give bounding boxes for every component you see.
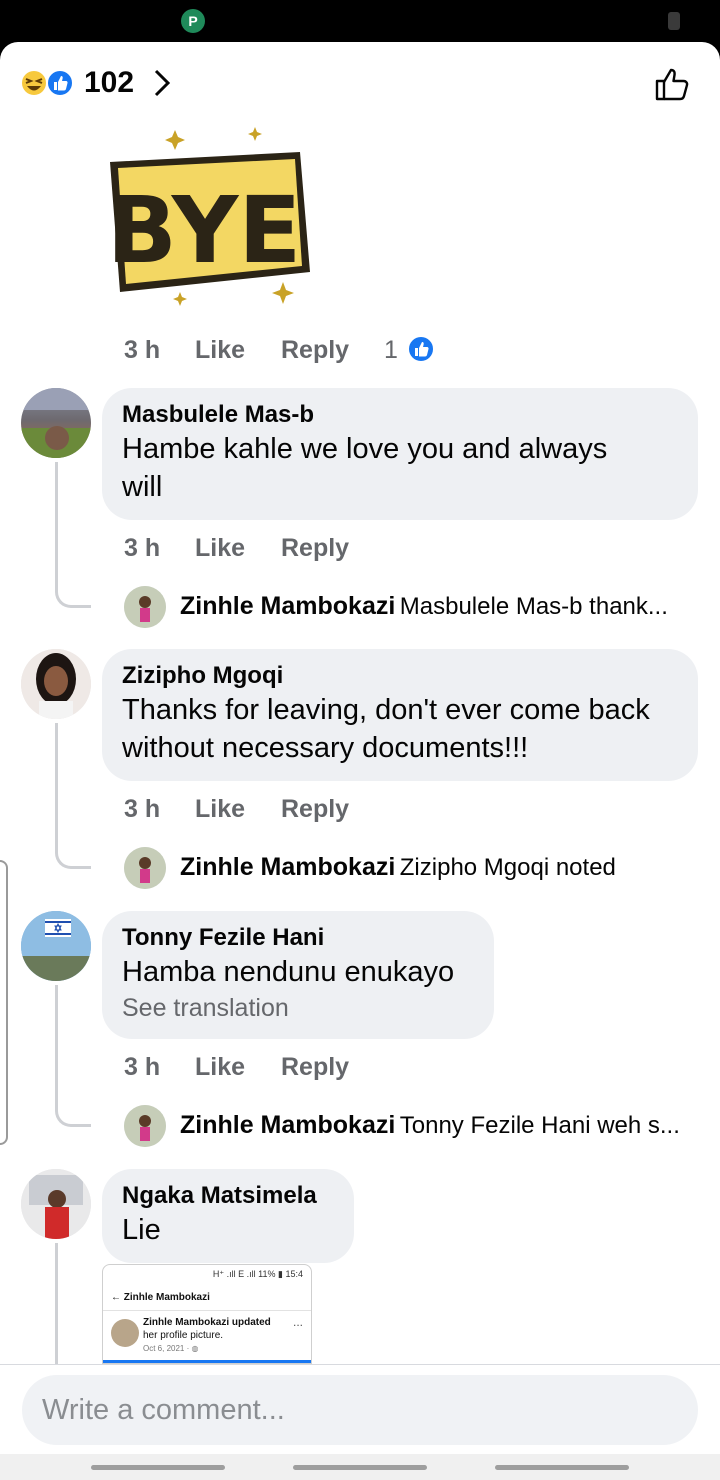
attachment-divider [103,1360,311,1363]
reply-text: Zizipho Mgoqi noted [399,854,616,881]
reply-author: Zinhle Mambokazi [180,592,396,620]
reply-button[interactable]: Reply [281,795,349,824]
comment-input[interactable] [42,1375,672,1445]
reaction-icons [20,69,74,97]
attachment-text-continued: her profile picture. [143,1330,224,1341]
laughing-face-icon [20,69,48,97]
comments-sheet: 102 BYE 3 h Like Reply 1 Masbulele Mas-b… [0,42,720,1480]
comment-author[interactable]: Zizipho Mgoqi [122,661,678,691]
nav-recent-button[interactable] [91,1465,225,1470]
reactions-bar[interactable]: 102 [0,42,720,122]
thumbs-up-icon [46,69,74,97]
comment-bubble[interactable]: Ngaka Matsimela Lie [102,1169,354,1263]
thread-connector [55,985,91,1127]
comment-screenshot-attachment[interactable]: H⁺ .ıll E .ıll 11% ▮ 15:4 ← Zinhle Mambo… [102,1264,312,1364]
reply-button[interactable]: Reply [281,534,349,563]
comment-text: Hamba nendunu enukayo [122,956,455,988]
chevron-right-icon[interactable] [150,67,174,99]
profile-photo [21,1169,91,1239]
reply-avatar[interactable] [124,1105,166,1147]
comment-text: Hambe kahle we love you and always [122,433,608,465]
reply-avatar[interactable] [124,847,166,889]
comment-bubble[interactable]: Masbulele Mas-b Hambe kahle we love you … [102,388,698,520]
reply-preview[interactable]: Zinhle Mambokazi Tonny Fezile Hani weh s… [180,1111,710,1151]
reply-text: Masbulele Mas-b thank... [399,593,668,620]
reply-avatar[interactable] [124,586,166,628]
comment-text: Thanks for leaving, don't ever come back [122,694,650,726]
sticker-text: BYE [107,177,302,284]
thread-connector [55,462,91,608]
bye-sticker[interactable]: BYE [100,122,315,312]
comment-text: Lie [122,1214,161,1246]
attachment-date: Oct 6, 2021 · ◍ [143,1344,199,1353]
reply-button[interactable]: Reply [281,336,349,365]
thread-connector [55,723,91,869]
scroll-edge-indicator [0,860,8,1145]
thread-connector [55,1243,58,1364]
reply-text: Tonny Fezile Hani weh s... [399,1112,680,1139]
comment-time: 3 h [124,534,161,562]
profile-photo [21,649,91,719]
like-outline-icon[interactable] [652,64,692,104]
sparkle-icon [165,130,185,150]
lock-icon [668,12,680,30]
avatar[interactable] [21,1169,91,1239]
reply-author: Zinhle Mambokazi [180,1111,396,1139]
comment-text-continued: will [122,471,163,503]
profile-photo [21,911,91,981]
comment-author[interactable]: Ngaka Matsimela [122,1181,334,1211]
reply-preview[interactable]: Zinhle Mambokazi Zizipho Mgoqi noted [180,853,710,893]
comment-text-continued: without necessary documents!!! [122,732,529,764]
comment-author[interactable]: Masbulele Mas-b [122,400,678,430]
thumbs-up-icon [407,335,435,363]
profile-photo [21,388,91,458]
comment-time: 3 h [124,1053,161,1081]
like-button[interactable]: Like [195,1053,245,1082]
comment-actions: 3 h Like Reply [124,795,424,829]
reaction-count[interactable]: 102 [84,66,134,100]
like-button[interactable]: Like [195,336,245,365]
status-bar: P [0,0,720,42]
comment-reaction-count[interactable]: 1 [384,336,398,365]
like-button[interactable]: Like [195,534,245,563]
reply-preview[interactable]: Zinhle Mambokazi Masbulele Mas-b thank..… [180,592,710,632]
reply-button[interactable]: Reply [281,1053,349,1082]
avatar[interactable] [21,911,91,981]
comment-composer[interactable] [22,1375,698,1445]
app-notification-icon: P [181,9,205,33]
reply-author: Zinhle Mambokazi [180,853,396,881]
avatar[interactable] [21,388,91,458]
sticker-comment-actions: 3 h Like Reply 1 [124,335,454,370]
attachment-status-text: H⁺ .ıll E .ıll 11% ▮ 15:4 [212,1269,303,1279]
comment-actions: 3 h Like Reply [124,1053,424,1087]
nav-home-button[interactable] [293,1465,427,1470]
like-button[interactable]: Like [195,795,245,824]
attachment-text: Zinhle Mambokazi updated [143,1317,271,1328]
comment-author[interactable]: Tonny Fezile Hani [122,923,474,953]
avatar[interactable] [21,649,91,719]
nav-back-button[interactable] [495,1465,629,1470]
comment-actions: 3 h Like Reply [124,534,424,568]
comment-time: 3 h [124,795,161,823]
system-navigation-bar [0,1454,720,1480]
attachment-header: ← Zinhle Mambokazi [103,1285,311,1311]
see-translation-link[interactable]: See translation [122,991,474,1025]
attachment-avatar [111,1319,139,1347]
comment-time: 3 h [124,336,161,364]
comment-bubble[interactable]: Tonny Fezile Hani Hamba nendunu enukayo … [102,911,494,1039]
comment-bubble[interactable]: Zizipho Mgoqi Thanks for leaving, don't … [102,649,698,781]
more-options-icon: ... [292,1315,303,1329]
